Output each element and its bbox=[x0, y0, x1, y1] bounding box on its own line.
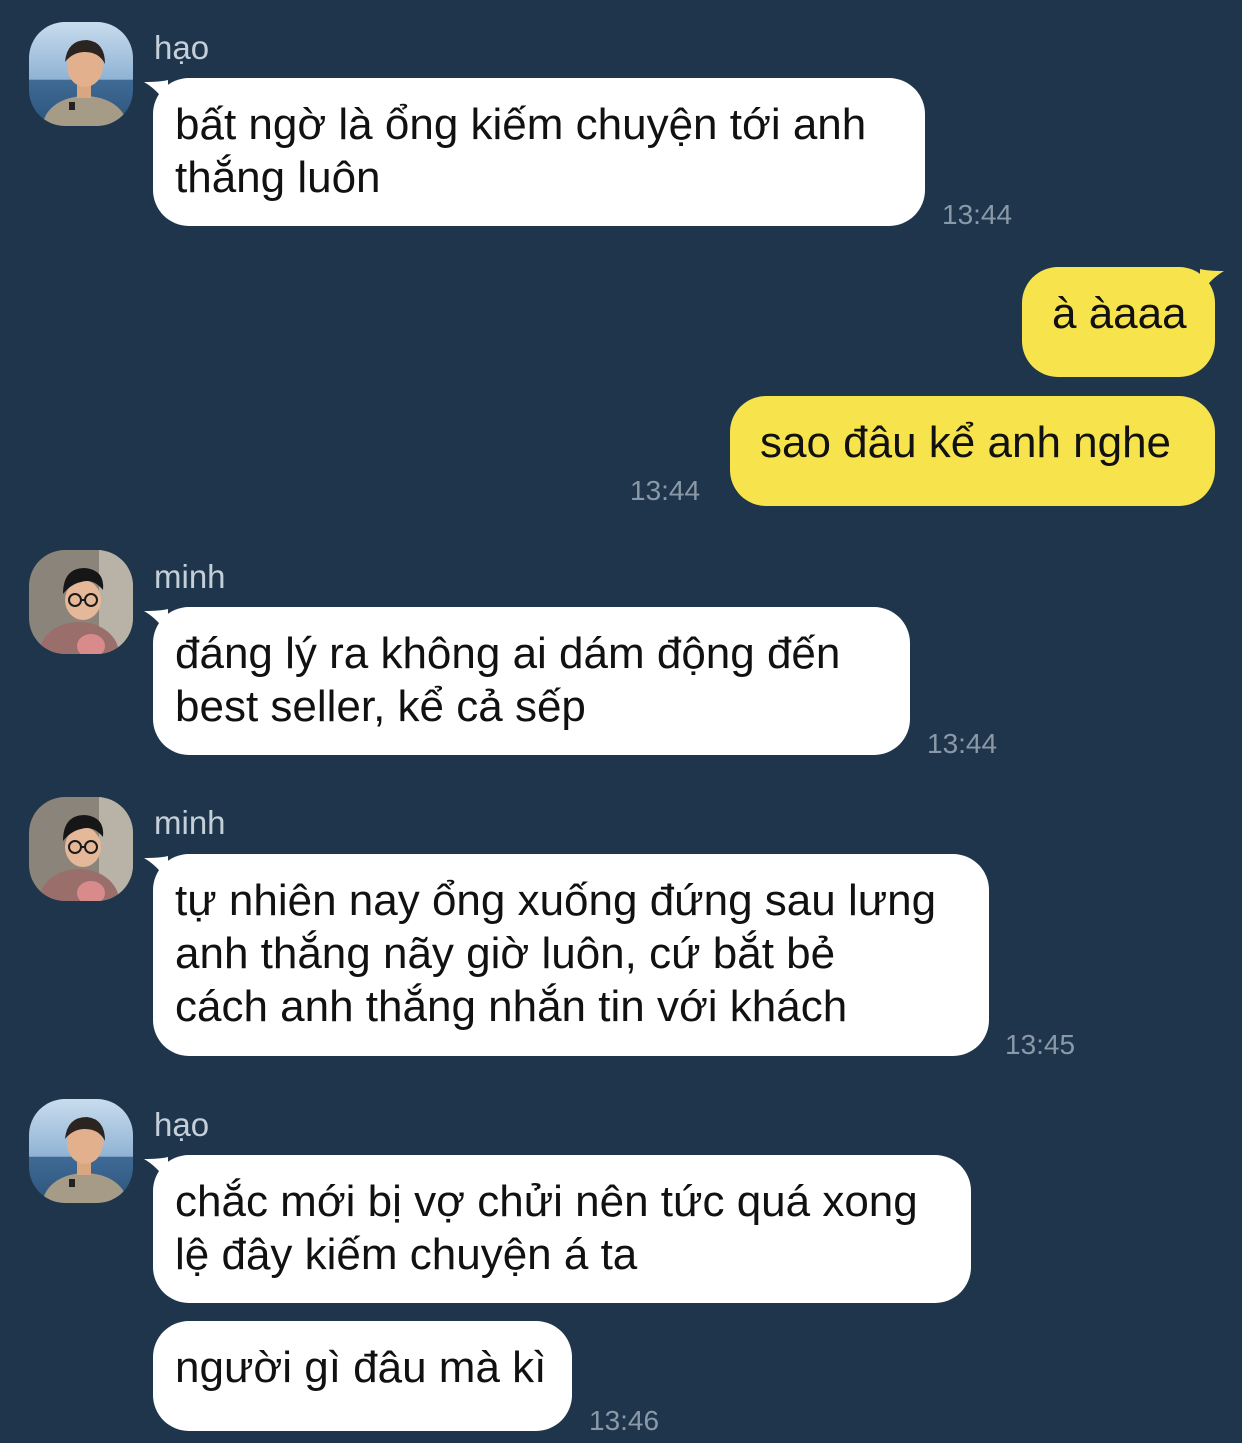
avatar-minh-icon bbox=[29, 550, 133, 654]
message-bubble[interactable]: bất ngờ là ổng kiếm chuyện tới anh thắng… bbox=[153, 78, 925, 226]
message-text: best seller, kể cả sếp bbox=[175, 682, 586, 731]
message-bubble[interactable]: chắc mới bị vợ chửi nên tức quá xong lệ … bbox=[153, 1155, 971, 1303]
message-text: đáng lý ra không ai dám động đến bbox=[175, 629, 841, 678]
bubble-tail bbox=[1200, 269, 1224, 295]
message-timestamp: 13:44 bbox=[630, 475, 701, 506]
message-text: sao đâu kể anh nghe bbox=[760, 418, 1172, 467]
message-text: à àaaa bbox=[1052, 289, 1187, 338]
avatar-minh[interactable] bbox=[29, 550, 133, 654]
message-text: cách anh thắng nhắn tin với khách bbox=[175, 982, 848, 1031]
sender-name: minh bbox=[154, 558, 226, 595]
message-timestamp: 13:46 bbox=[589, 1405, 660, 1436]
message-text: người gì đâu mà kì bbox=[175, 1343, 547, 1392]
sender-name: hạo bbox=[154, 29, 210, 66]
outgoing-message-bubble[interactable]: à àaaa bbox=[1022, 267, 1215, 377]
sender-name: hạo bbox=[154, 1106, 210, 1143]
message-text: anh thắng nãy giờ luôn, cứ bắt bẻ bbox=[175, 929, 836, 978]
message-bubble[interactable]: tự nhiên nay ổng xuống đứng sau lưng anh… bbox=[153, 854, 989, 1056]
message-timestamp: 13:45 bbox=[1005, 1029, 1076, 1060]
message-text: lệ đây kiếm chuyện á ta bbox=[175, 1230, 638, 1279]
message-bubble[interactable]: đáng lý ra không ai dám động đến best se… bbox=[153, 607, 910, 755]
message-timestamp: 13:44 bbox=[942, 199, 1013, 230]
message-text: thắng luôn bbox=[175, 153, 381, 202]
avatar-hao[interactable] bbox=[29, 1099, 133, 1203]
message-text: tự nhiên nay ổng xuống đứng sau lưng bbox=[175, 876, 937, 925]
avatar-hao-icon bbox=[29, 22, 133, 126]
avatar-hao-icon bbox=[29, 1099, 133, 1203]
avatar-minh-icon bbox=[29, 797, 133, 901]
avatar-hao[interactable] bbox=[29, 22, 133, 126]
message-text: chắc mới bị vợ chửi nên tức quá xong bbox=[175, 1177, 918, 1226]
avatar-minh[interactable] bbox=[29, 797, 133, 901]
sender-name: minh bbox=[154, 804, 226, 841]
outgoing-message-bubble[interactable]: sao đâu kể anh nghe bbox=[730, 396, 1215, 506]
message-text: bất ngờ là ổng kiếm chuyện tới anh bbox=[175, 100, 867, 149]
message-bubble[interactable]: người gì đâu mà kì bbox=[153, 1321, 572, 1431]
message-timestamp: 13:44 bbox=[927, 728, 998, 759]
